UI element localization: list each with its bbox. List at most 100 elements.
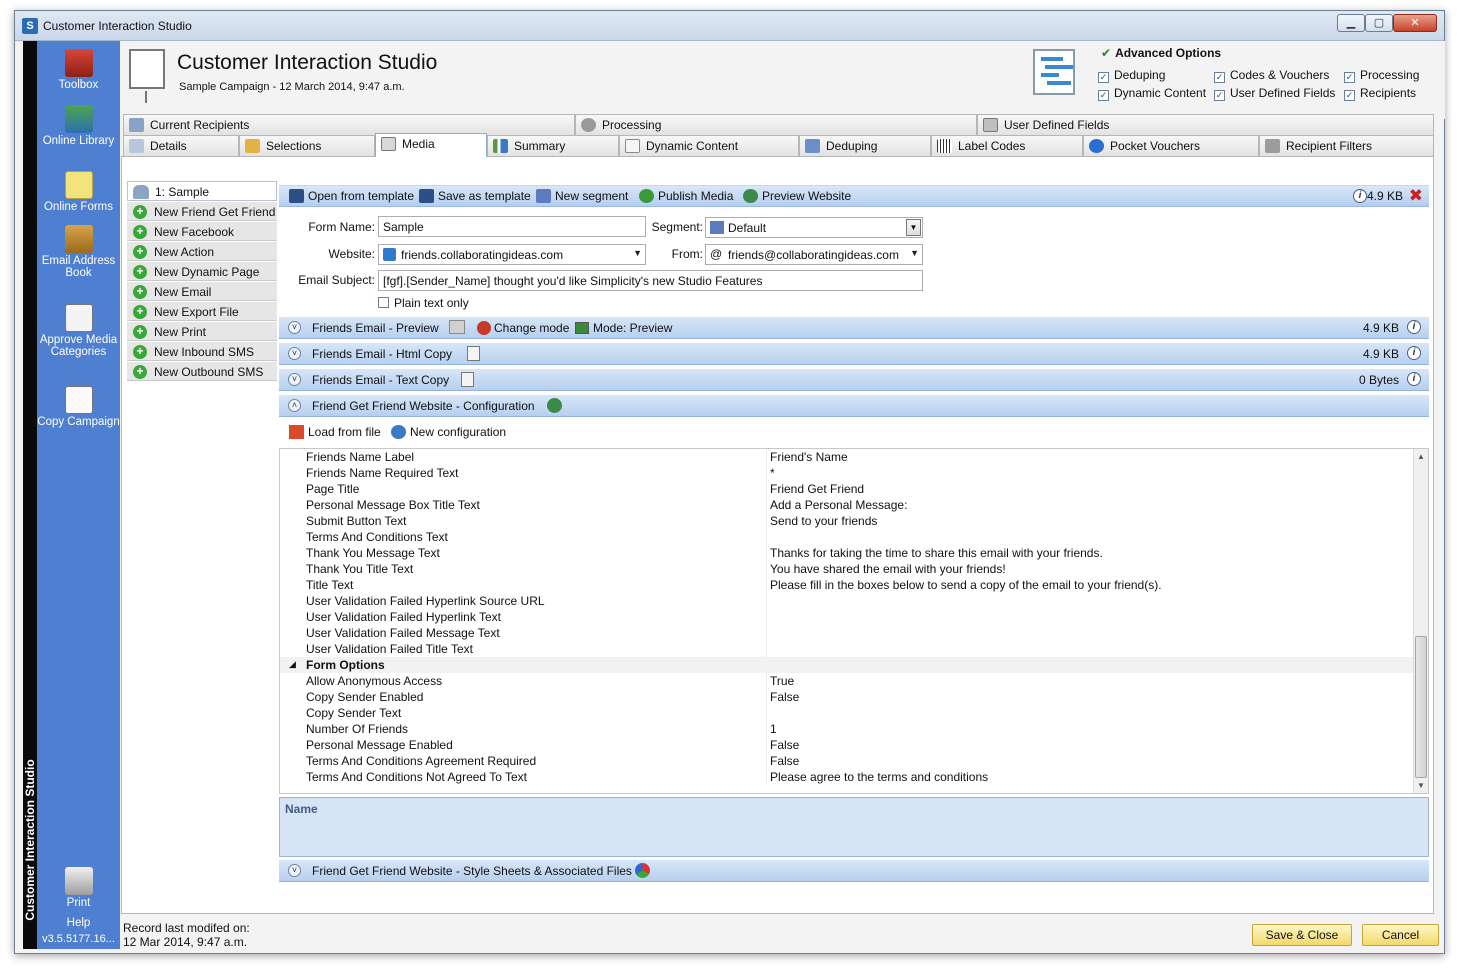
new-configuration-button[interactable]: New configuration — [391, 425, 506, 439]
save-close-button[interactable]: Save & Close — [1252, 924, 1352, 946]
expand-chevron-icon[interactable]: ˅ — [288, 373, 301, 386]
media-item-new-facebook[interactable]: + New Facebook — [127, 221, 277, 241]
property-row[interactable]: User Validation Failed Title Text — [280, 641, 1414, 657]
scroll-thumb[interactable] — [1415, 636, 1427, 778]
expand-chevron-icon[interactable]: ˅ — [288, 347, 301, 360]
info-icon[interactable]: i — [1407, 320, 1421, 334]
property-value[interactable]: True — [770, 674, 794, 688]
section-website-configuration[interactable]: ˄ Friend Get Friend Website - Configurat… — [279, 395, 1429, 417]
tab-dynamic-content[interactable]: Dynamic Content — [619, 135, 799, 156]
property-value[interactable]: Friend's Name — [770, 450, 848, 464]
sidebar-item-help[interactable]: Help — [37, 917, 120, 929]
option-user-defined-fields[interactable]: ✓ User Defined Fields — [1214, 86, 1335, 101]
property-row[interactable]: Thank You Title Text You have shared the … — [280, 561, 1414, 577]
sidebar-item-approve-media[interactable]: Approve Media Categories — [37, 304, 120, 358]
media-item-new-email[interactable]: + New Email — [127, 281, 277, 301]
property-row[interactable]: Personal Message Enabled False — [280, 737, 1414, 753]
form-name-input[interactable]: Sample — [378, 216, 646, 237]
property-row[interactable]: User Validation Failed Message Text — [280, 625, 1414, 641]
sidebar-item-online-forms[interactable]: Online Forms — [37, 171, 120, 213]
media-item-new-export-file[interactable]: + New Export File — [127, 301, 277, 321]
tab-details[interactable]: Details — [123, 135, 239, 156]
change-mode-button[interactable]: Change mode — [477, 321, 569, 335]
tab-summary[interactable]: Summary — [487, 135, 619, 156]
property-row[interactable]: Title Text Please fill in the boxes below… — [280, 577, 1414, 593]
media-item-new-friend-get-friend[interactable]: + New Friend Get Friend — [127, 201, 277, 221]
property-row[interactable]: Terms And Conditions Agreement Required F… — [280, 753, 1414, 769]
tab-deduping[interactable]: Deduping — [799, 135, 931, 156]
checkbox[interactable]: ✓ — [1344, 90, 1355, 101]
minimize-button[interactable]: ▁ — [1337, 14, 1365, 32]
sidebar-item-toolbox[interactable]: Toolbox — [37, 49, 120, 91]
checkbox[interactable]: ✓ — [1214, 72, 1225, 83]
maximize-button[interactable]: ▢ — [1365, 14, 1393, 32]
property-row[interactable]: User Validation Failed Hyperlink Text — [280, 609, 1414, 625]
info-icon[interactable]: i — [1353, 189, 1367, 203]
option-codes-vouchers[interactable]: ✓ Codes & Vouchers — [1214, 68, 1329, 83]
title-bar[interactable]: S Customer Interaction Studio ▁ ▢ ✕ — [15, 11, 1444, 41]
property-value[interactable]: 1 — [770, 722, 777, 736]
property-value[interactable]: Send to your friends — [770, 514, 877, 528]
property-row[interactable]: Copy Sender Enabled False — [280, 689, 1414, 705]
sidebar-item-email-address-book[interactable]: Email Address Book — [37, 225, 120, 279]
tab-processing[interactable]: Processing — [575, 114, 977, 135]
delete-media-icon[interactable]: ✖ — [1409, 187, 1423, 205]
property-row[interactable]: Terms And Conditions Not Agreed To Text P… — [280, 769, 1414, 785]
property-value[interactable]: Add a Personal Message: — [770, 498, 907, 512]
section-style-sheets[interactable]: ˅ Friend Get Friend Website - Style Shee… — [279, 860, 1429, 882]
section-email-preview[interactable]: ˅ Friends Email - Preview Change mode Mo… — [279, 317, 1429, 339]
checkbox[interactable]: ✓ — [1344, 72, 1355, 83]
property-value[interactable]: False — [770, 754, 799, 768]
property-value[interactable]: * — [770, 466, 775, 480]
checkbox[interactable]: ✓ — [1098, 90, 1109, 101]
property-value[interactable]: Please fill in the boxes below to send a… — [770, 578, 1162, 592]
close-window-button[interactable]: ✕ — [1393, 14, 1437, 32]
property-value[interactable]: False — [770, 690, 799, 704]
collapse-chevron-icon[interactable]: ˄ — [288, 399, 301, 412]
plain-text-checkbox[interactable] — [378, 297, 389, 308]
property-row[interactable]: Friends Name Label Friend's Name — [280, 449, 1414, 465]
option-deduping[interactable]: ✓ Deduping — [1098, 68, 1165, 83]
checkbox[interactable]: ✓ — [1098, 72, 1109, 83]
media-item-new-dynamic-page[interactable]: + New Dynamic Page — [127, 261, 277, 281]
media-item-new-action[interactable]: + New Action — [127, 241, 277, 261]
info-icon[interactable]: i — [1407, 372, 1421, 386]
property-value[interactable]: Please agree to the terms and conditions — [770, 770, 988, 784]
section-html-copy[interactable]: ˅ Friends Email - Html Copy 4.9 KB i — [279, 343, 1429, 365]
property-value[interactable]: You have shared the email with your frie… — [770, 562, 1006, 576]
segment-dropdown[interactable]: Default ▼ — [705, 217, 923, 238]
open-template-button[interactable]: Open from template — [289, 189, 414, 203]
property-category[interactable]: ◢ Form Options — [280, 657, 1414, 673]
sidebar-item-online-library[interactable]: Online Library — [37, 105, 120, 147]
chevron-down-icon[interactable]: ▼ — [910, 248, 919, 258]
grid-scrollbar[interactable]: ▲ ▼ — [1413, 449, 1428, 793]
property-row[interactable]: Copy Sender Text — [280, 705, 1414, 721]
sidebar-item-copy-campaign[interactable]: Copy Campaign — [37, 386, 120, 428]
tab-label-codes[interactable]: Label Codes — [931, 135, 1083, 156]
media-item-new-print[interactable]: + New Print — [127, 321, 277, 341]
option-processing[interactable]: ✓ Processing — [1344, 68, 1419, 83]
info-icon[interactable]: i — [1407, 346, 1421, 360]
property-row[interactable]: Thank You Message Text Thanks for taking … — [280, 545, 1414, 561]
property-row[interactable]: Personal Message Box Title Text Add a Per… — [280, 497, 1414, 513]
website-dropdown[interactable]: friends.collaboratingideas.com ▼ — [378, 244, 646, 265]
chevron-down-icon[interactable]: ▼ — [906, 219, 921, 236]
property-row[interactable]: Friends Name Required Text * — [280, 465, 1414, 481]
property-value[interactable]: False — [770, 738, 799, 752]
save-template-button[interactable]: Save as template — [419, 189, 531, 203]
property-value[interactable]: Thanks for taking the time to share this… — [770, 546, 1103, 560]
media-item-new-outbound-sms[interactable]: + New Outbound SMS — [127, 361, 277, 381]
option-dynamic-content[interactable]: ✓ Dynamic Content — [1098, 86, 1206, 101]
section-text-copy[interactable]: ˅ Friends Email - Text Copy 0 Bytes i — [279, 369, 1429, 391]
property-row[interactable]: Submit Button Text Send to your friends — [280, 513, 1414, 529]
publish-media-button[interactable]: Publish Media — [639, 189, 733, 203]
media-item-sample[interactable]: 1: Sample — [127, 181, 277, 201]
property-row[interactable]: User Validation Failed Hyperlink Source … — [280, 593, 1414, 609]
cancel-button[interactable]: Cancel — [1362, 924, 1439, 946]
scroll-up-icon[interactable]: ▲ — [1417, 452, 1425, 461]
tab-selections[interactable]: Selections — [239, 135, 375, 156]
collapse-triangle-icon[interactable]: ◢ — [289, 659, 296, 670]
tab-recipient-filters[interactable]: Recipient Filters — [1259, 135, 1434, 156]
preview-website-button[interactable]: Preview Website — [743, 189, 851, 203]
checkbox[interactable]: ✓ — [1214, 90, 1225, 101]
